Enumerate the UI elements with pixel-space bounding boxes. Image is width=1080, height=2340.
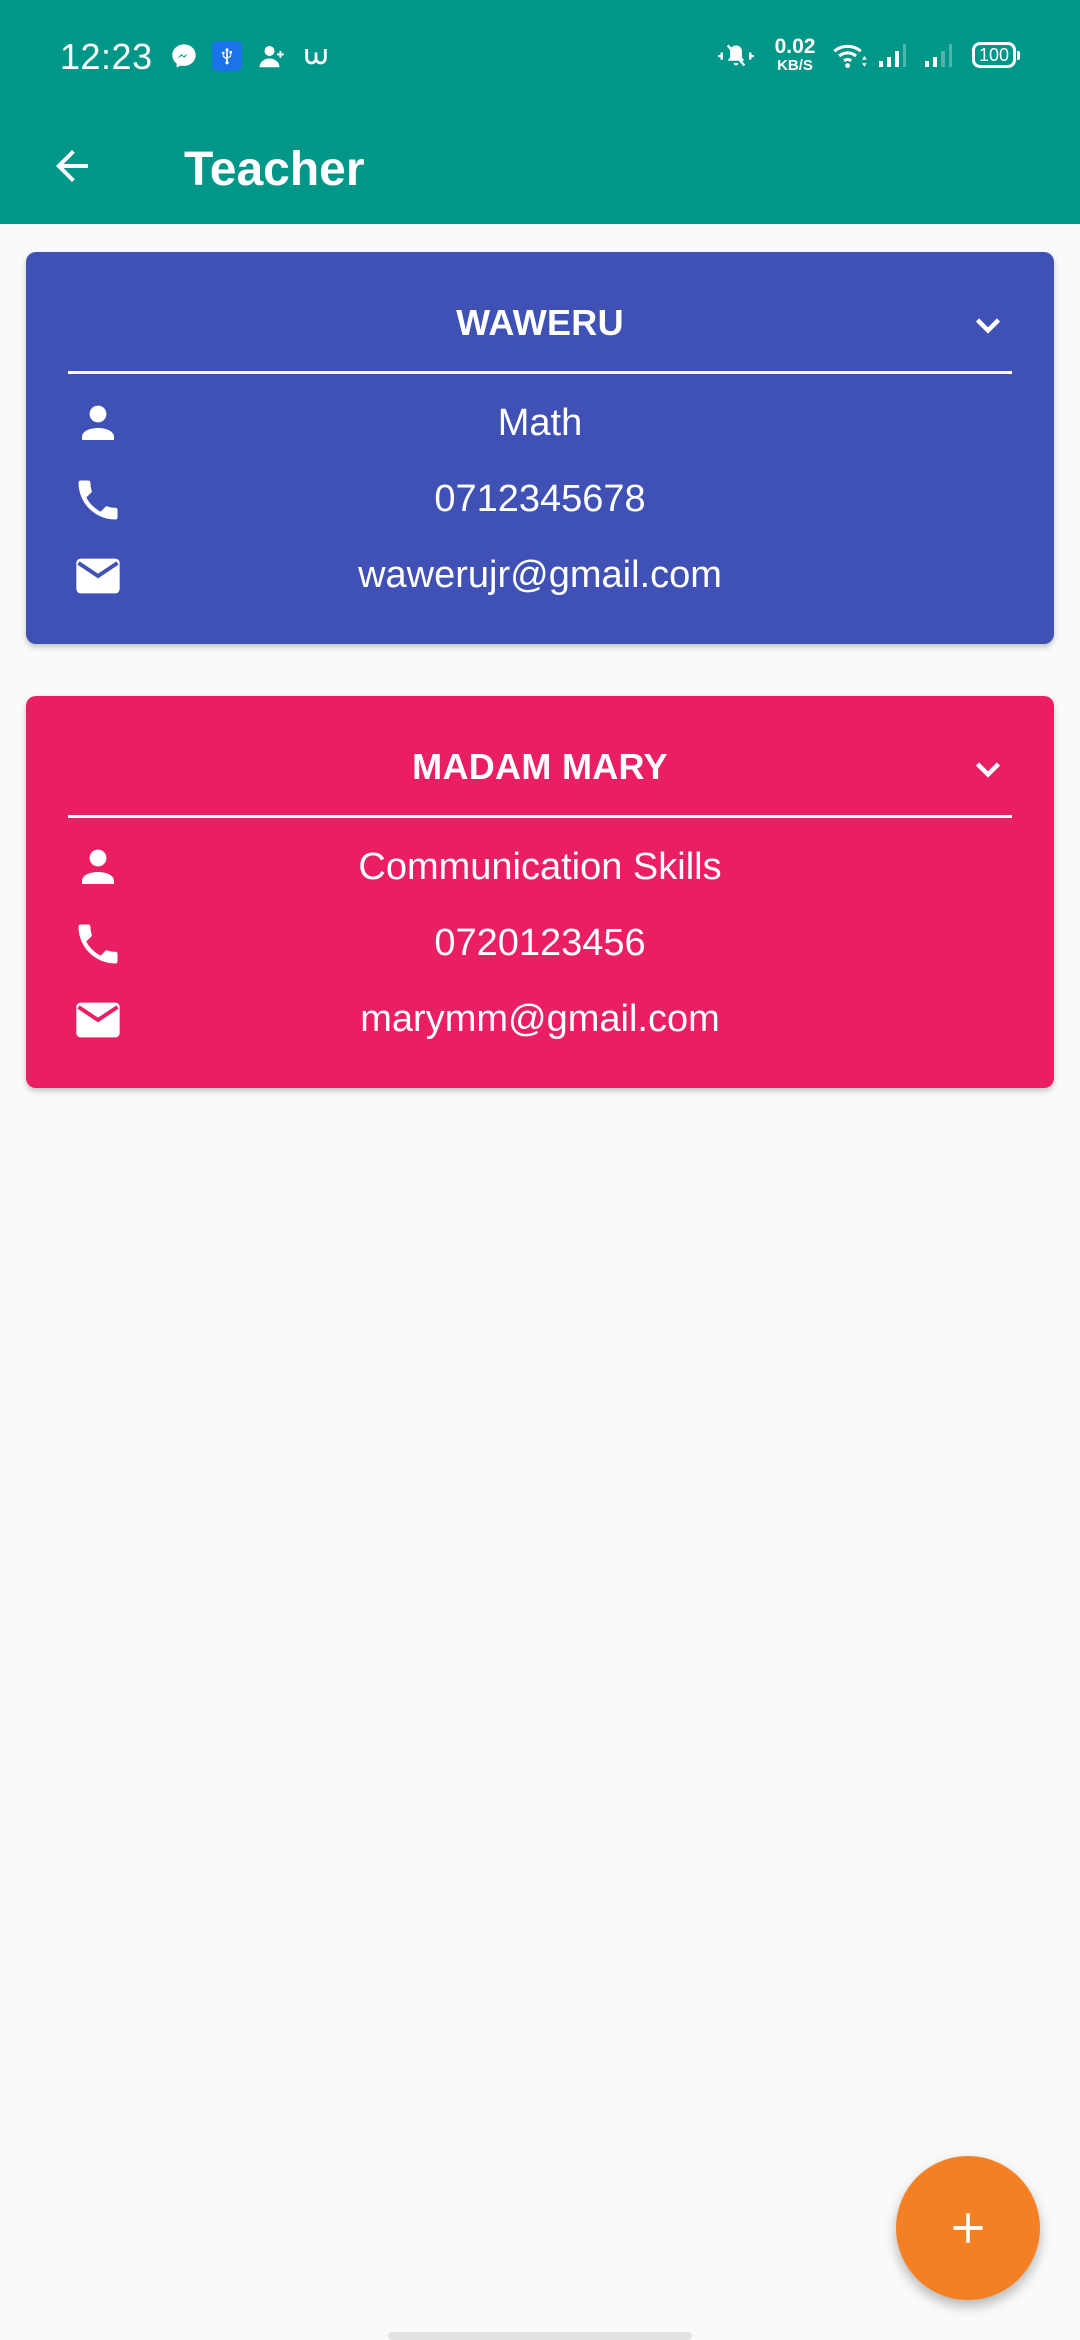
teacher-card[interactable]: MADAM MARY Communication Skills 07201234… [26,696,1054,1088]
subject-row: Communication Skills [26,836,1054,896]
email-row: marymm@gmail.com [26,988,1054,1048]
usb-icon [212,41,242,71]
page-title: Teacher [184,143,365,196]
signal-icon [876,40,910,72]
top-bar: 12:23 0.02 KB/S 100 Teacher [0,0,1080,224]
vibrate-silent-icon [716,40,756,72]
expand-button[interactable] [970,756,1006,784]
email-text[interactable]: marymm@gmail.com [26,998,1054,1041]
status-bar: 12:23 0.02 KB/S 100 [0,0,1080,112]
add-contact-icon [256,40,288,72]
expand-button[interactable] [970,312,1006,340]
chevron-down-icon [975,318,1001,334]
phone-text[interactable]: 0712345678 [26,478,1054,521]
teacher-card[interactable]: WAWERU Math 0712345678 wawerujr@gmail.co… [26,252,1054,644]
status-time: 12:23 [60,36,153,77]
app-icon [300,40,332,72]
net-speed: 0.02 KB/S [774,35,816,74]
email-row: wawerujr@gmail.com [26,544,1054,604]
add-teacher-button[interactable] [896,2156,1040,2300]
plus-icon [953,2213,983,2243]
teacher-name: WAWERU [456,302,624,343]
app-bar: Teacher [0,112,1080,224]
signal-icon [922,40,956,72]
phone-text[interactable]: 0720123456 [26,922,1054,965]
phone-row: 0712345678 [26,468,1054,528]
subject-text: Communication Skills [358,846,722,888]
email-text[interactable]: wawerujr@gmail.com [26,554,1054,597]
subject-row: Math [26,392,1054,452]
gesture-bar[interactable] [388,2332,692,2340]
phone-row: 0720123456 [26,912,1054,972]
chevron-down-icon [975,762,1001,778]
battery-indicator: 100 [972,42,1020,68]
teacher-name: MADAM MARY [412,746,668,787]
subject-text: Math [497,402,583,444]
back-button[interactable] [40,134,104,198]
divider [68,815,1012,818]
arrow-back-icon [56,150,88,182]
messenger-icon [168,40,200,72]
wifi-icon [830,40,870,72]
divider [68,371,1012,374]
